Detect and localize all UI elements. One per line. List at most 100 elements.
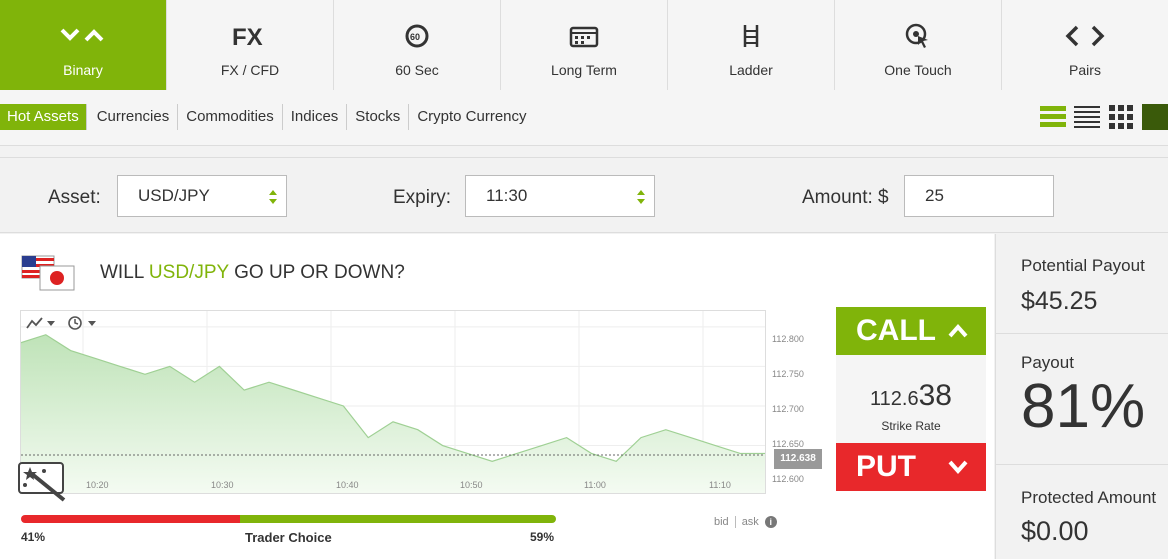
option-type-tabs: Binary FX FX / CFD 60 60 Sec Long Term L…: [0, 0, 1168, 90]
x-tick: 10:40: [336, 480, 359, 490]
put-button[interactable]: PUT: [836, 443, 986, 491]
tab-long-term[interactable]: Long Term: [501, 0, 668, 90]
amount-label: Amount: $: [802, 187, 889, 208]
x-tick: 10:50: [460, 480, 483, 490]
select-arrows-icon: [637, 190, 645, 204]
category-stocks[interactable]: Stocks: [347, 104, 410, 130]
tab-one-touch[interactable]: One Touch: [835, 0, 1002, 90]
svg-text:FX: FX: [232, 24, 263, 49]
asset-category-bar: Hot Assets Currencies Commodities Indice…: [0, 90, 1168, 146]
current-price-label: 112.638: [774, 449, 822, 469]
payout-value: 81%: [1021, 372, 1146, 441]
grid-view-icon[interactable]: [1108, 104, 1134, 130]
tab-ladder[interactable]: Ladder: [668, 0, 835, 90]
price-chart[interactable]: [20, 310, 766, 494]
category-indices[interactable]: Indices: [283, 104, 348, 130]
potential-payout-value: $45.25: [1021, 287, 1098, 315]
protected-amount-label: Protected Amount: [1021, 488, 1157, 507]
tab-label: Ladder: [729, 62, 773, 78]
category-hot-assets[interactable]: Hot Assets: [0, 104, 87, 130]
payout-block: Payout 81%: [996, 335, 1168, 465]
payout-panel: Potential Payout $45.25 Payout 81% Prote…: [995, 234, 1168, 559]
x-tick: 10:30: [211, 480, 234, 490]
category-crypto-currency[interactable]: Crypto Currency: [409, 104, 534, 130]
chevron-up-icon: [948, 323, 968, 338]
tab-label: Long Term: [551, 62, 617, 78]
trade-panel: WILL USD/JPY GO UP OR DOWN? 112.800 112.…: [0, 234, 994, 559]
question-prefix: WILL: [100, 262, 149, 283]
single-view-icon[interactable]: [1142, 104, 1168, 130]
tab-binary[interactable]: Binary: [0, 0, 167, 90]
put-percentage: 41%: [21, 530, 46, 544]
asset-label: Asset:: [48, 187, 101, 208]
expiry-label: Expiry:: [393, 187, 452, 208]
price-area: [21, 334, 765, 493]
y-tick: 112.700: [772, 404, 804, 414]
view-switcher: [1040, 104, 1168, 130]
ladder-icon: [741, 14, 761, 58]
call-button[interactable]: CALL: [836, 307, 986, 355]
asset-select[interactable]: USD/JPY: [117, 175, 287, 217]
trader-choice-label: Trader Choice: [245, 530, 332, 545]
trading-app: Binary FX FX / CFD 60 60 Sec Long Term L…: [0, 0, 1168, 559]
trader-choice-put-fill: [21, 515, 241, 523]
tab-label: Binary: [63, 62, 103, 78]
payout-label: Payout: [1021, 353, 1074, 372]
call-label: CALL: [856, 314, 936, 347]
chart-type-icon[interactable]: [26, 316, 56, 330]
x-tick: 11:10: [709, 480, 731, 490]
ask-label[interactable]: ask: [742, 516, 759, 528]
trader-choice-call-fill: [240, 515, 556, 523]
strike-rate-label: Strike Rate: [881, 419, 941, 433]
strike-rate-box: 112.638 Strike Rate: [836, 355, 986, 443]
x-tick: 11:00: [584, 480, 606, 490]
protected-amount-value: $0.00: [1021, 516, 1089, 546]
tab-label: Pairs: [1069, 62, 1101, 78]
magic-wand-icon[interactable]: [18, 462, 70, 504]
bid-label[interactable]: bid: [714, 516, 729, 528]
fx-icon: FX: [230, 14, 270, 58]
svg-text:60: 60: [410, 32, 420, 42]
touch-icon: [904, 14, 932, 58]
y-tick: 112.650: [772, 439, 804, 449]
tab-60-sec[interactable]: 60 60 Sec: [334, 0, 501, 90]
question-suffix: GO UP OR DOWN?: [228, 262, 405, 283]
calendar-icon: [569, 14, 599, 58]
category-commodities[interactable]: Commodities: [178, 104, 283, 130]
info-icon[interactable]: i: [764, 516, 777, 528]
y-tick: 112.600: [772, 474, 804, 484]
trade-form: Asset: USD/JPY Expiry: 11:30 Amount: $ 2…: [0, 157, 1168, 233]
usd-jpy-flags-icon: [21, 255, 75, 291]
list-view-icon[interactable]: [1040, 104, 1066, 130]
y-tick: 112.750: [772, 369, 804, 379]
timer-60-icon: 60: [403, 14, 431, 58]
tab-label: FX / CFD: [220, 62, 280, 78]
x-tick: 10:20: [86, 480, 109, 490]
chevron-down-icon: [948, 460, 968, 475]
strike-rate: 112.638: [836, 379, 986, 413]
divider: [734, 516, 736, 528]
protected-amount-block: Protected Amount $0.00: [996, 466, 1168, 559]
potential-payout-block: Potential Payout $45.25: [996, 234, 1168, 334]
expiry-select[interactable]: 11:30: [465, 175, 655, 217]
amount-input[interactable]: 25: [904, 175, 1054, 217]
price-chart-svg: [20, 311, 765, 493]
question-asset: USD/JPY: [148, 262, 229, 283]
tab-pairs[interactable]: Pairs: [1002, 0, 1168, 90]
y-tick: 112.800: [772, 334, 804, 344]
compact-list-view-icon[interactable]: [1074, 104, 1100, 130]
bid-ask-toggle: bid ask i: [714, 516, 777, 528]
select-arrows-icon: [269, 190, 277, 204]
chart-tools: [26, 316, 100, 330]
amount-input-value: 25: [925, 186, 944, 205]
tab-fx-cfd[interactable]: FX FX / CFD: [167, 0, 334, 90]
clock-icon[interactable]: [68, 316, 100, 330]
tab-label: 60 Sec: [395, 62, 439, 78]
strike-rate-small: 112.6: [870, 388, 919, 410]
binary-icon: [58, 14, 108, 58]
call-percentage: 59%: [530, 530, 555, 544]
pairs-icon: [1065, 14, 1105, 58]
category-currencies[interactable]: Currencies: [89, 104, 179, 130]
trade-question: WILL USD/JPY GO UP OR DOWN?: [100, 262, 405, 284]
put-label: PUT: [856, 450, 916, 483]
